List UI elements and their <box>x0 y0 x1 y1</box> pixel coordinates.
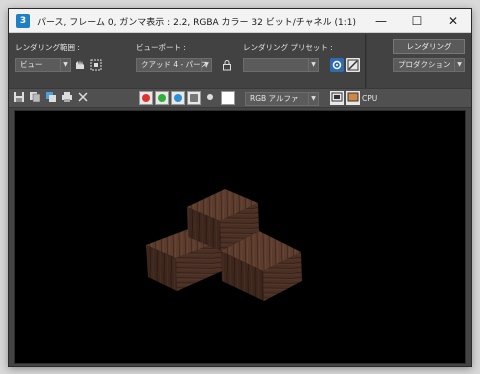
red-channel-toggle[interactable] <box>139 91 153 105</box>
cpu-label: CPU <box>362 94 378 103</box>
app-icon: 3 <box>16 14 30 28</box>
title-bar: 3 パース, フレーム 0, ガンマ表示 : 2.2, RGBA カラー 32 … <box>9 9 471 33</box>
chevron-down-icon: ▼ <box>308 93 318 105</box>
auto-region-icon[interactable] <box>89 58 103 72</box>
display-channel-dropdown[interactable]: RGB アルファ ▼ <box>245 92 319 106</box>
display-toggle-icon[interactable] <box>330 91 344 105</box>
green-channel-icon <box>158 94 166 102</box>
render-frame-window: 3 パース, フレーム 0, ガンマ表示 : 2.2, RGBA カラー 32 … <box>8 8 472 367</box>
viewport-value: クアッド 4 - パース <box>141 60 208 69</box>
blue-channel-toggle[interactable] <box>171 91 185 105</box>
production-dropdown[interactable]: プロダクション ▼ <box>393 58 465 72</box>
frame-window-icon[interactable] <box>346 91 360 105</box>
blue-channel-icon <box>174 94 182 102</box>
copy-icon[interactable] <box>28 91 42 105</box>
chevron-down-icon: ▼ <box>201 59 211 71</box>
window-title: パース, フレーム 0, ガンマ表示 : 2.2, RGBA カラー 32 ビッ… <box>37 18 357 28</box>
render-setup-icon[interactable] <box>330 58 344 72</box>
rendered-wood-blocks <box>146 189 302 301</box>
red-channel-icon <box>142 94 150 102</box>
lock-icon[interactable] <box>220 58 234 72</box>
minimize-button[interactable]: — <box>363 9 399 33</box>
render-viewport <box>14 110 466 364</box>
chevron-down-icon: ▼ <box>454 59 464 71</box>
edit-region-icon[interactable] <box>73 58 87 72</box>
render-area-label: レンダリング範囲 : <box>15 43 80 52</box>
green-channel-toggle[interactable] <box>155 91 169 105</box>
chevron-down-icon: ▼ <box>60 59 70 71</box>
image-toolbar: RGB アルファ ▼ CPU <box>9 88 471 108</box>
clear-icon[interactable] <box>76 91 90 105</box>
render-button[interactable]: レンダリング <box>393 39 465 54</box>
chevron-down-icon: ▼ <box>308 59 318 71</box>
render-area-dropdown[interactable]: ビュー ▼ <box>15 58 71 72</box>
alpha-channel-icon <box>190 94 198 102</box>
display-channel-value: RGB アルファ <box>250 94 299 103</box>
render-area-value: ビュー <box>20 60 43 69</box>
alpha-channel-toggle[interactable] <box>187 91 201 105</box>
production-value: プロダクション <box>398 60 451 69</box>
maximize-button[interactable]: ☐ <box>399 9 435 33</box>
monochrome-icon[interactable] <box>203 91 217 105</box>
preset-label: レンダリング プリセット : <box>243 43 333 52</box>
panel-divider <box>365 34 367 88</box>
background-color-swatch[interactable] <box>221 91 235 105</box>
render-settings-panel: レンダリング範囲 : ビュー ▼ ビューポート : クアッド 4 - パース ▼… <box>9 34 471 88</box>
print-icon[interactable] <box>60 91 74 105</box>
save-icon[interactable] <box>12 91 26 105</box>
clone-frame-icon[interactable] <box>44 91 58 105</box>
preset-dropdown[interactable]: ▼ <box>243 58 319 72</box>
environment-icon[interactable] <box>346 58 360 72</box>
close-button[interactable]: ✕ <box>435 9 471 33</box>
viewport-dropdown[interactable]: クアッド 4 - パース ▼ <box>136 58 212 72</box>
viewport-label: ビューポート : <box>136 43 186 52</box>
